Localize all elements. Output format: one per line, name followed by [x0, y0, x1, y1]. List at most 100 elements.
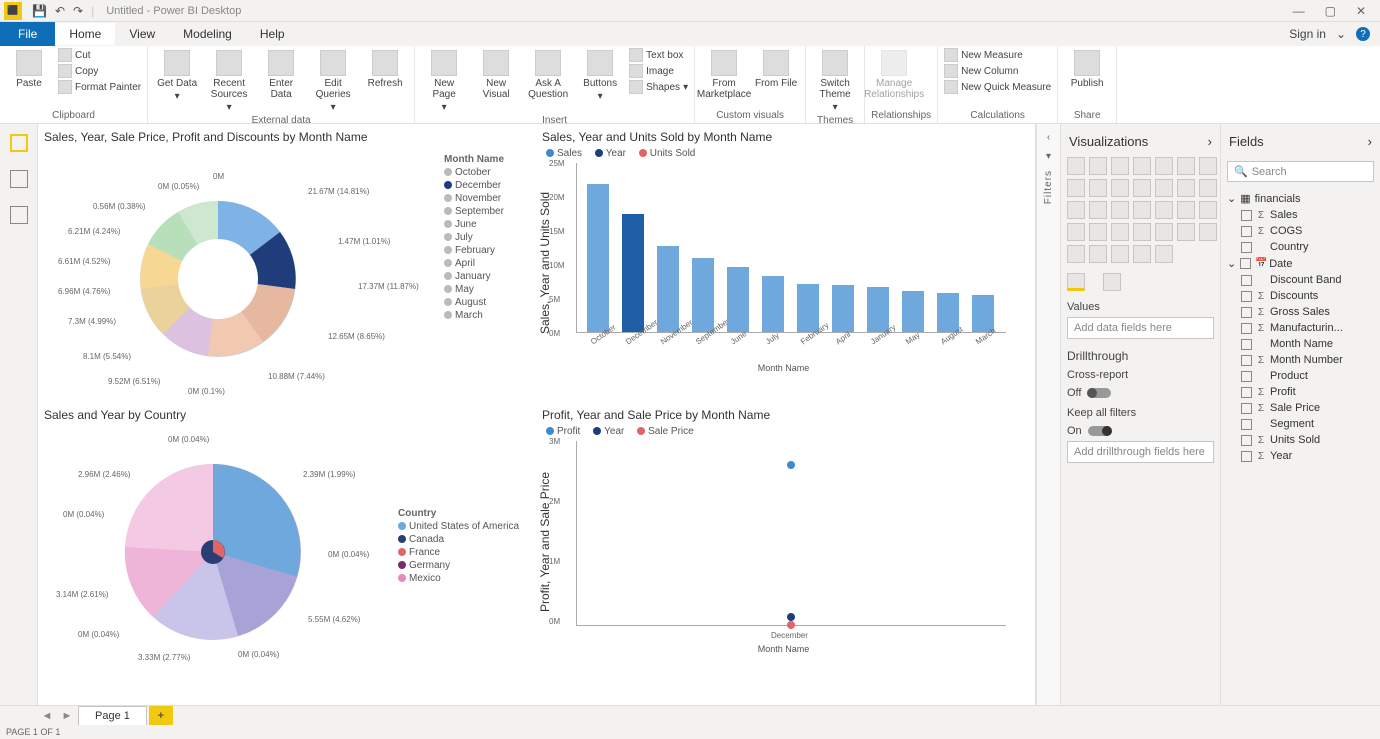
tab-home[interactable]: Home [55, 23, 115, 45]
viz-type-icon[interactable] [1133, 245, 1151, 263]
pie-visual[interactable]: Sales and Year by Country 0M (0.04%) 2.3… [38, 402, 533, 677]
minimize-icon[interactable]: — [1293, 4, 1305, 18]
viz-type-icon[interactable] [1089, 179, 1107, 197]
signin-link[interactable]: Sign in [1289, 27, 1326, 41]
manage-relationships-button[interactable]: Manage Relationships [871, 48, 917, 100]
enter-data-button[interactable]: Enter Data [258, 48, 304, 100]
file-tab[interactable]: File [0, 22, 55, 46]
viz-type-icon[interactable] [1155, 223, 1173, 241]
viz-type-icon[interactable] [1199, 157, 1217, 175]
pie-legend-item[interactable]: France [398, 547, 519, 558]
values-well[interactable]: Add data fields here [1067, 317, 1214, 339]
viz-type-icon[interactable] [1089, 157, 1107, 175]
field-row[interactable]: Discount Band [1227, 272, 1374, 288]
redo-icon[interactable]: ↷ [73, 4, 83, 18]
viz-type-icon[interactable] [1155, 201, 1173, 219]
expand-filters-icon[interactable]: ‹ [1047, 132, 1050, 143]
donut-legend-item[interactable]: April [444, 258, 529, 269]
viz-type-icon[interactable] [1089, 245, 1107, 263]
field-row[interactable]: Product [1227, 368, 1374, 384]
viz-type-icon[interactable] [1133, 157, 1151, 175]
donut-legend-item[interactable]: June [444, 219, 529, 230]
donut-legend-item[interactable]: March [444, 310, 529, 321]
viz-type-icon[interactable] [1089, 223, 1107, 241]
field-row[interactable]: ΣCOGS [1227, 223, 1374, 239]
report-view-icon[interactable] [10, 134, 28, 152]
shapes-button[interactable]: Shapes▾ [629, 80, 688, 94]
close-icon[interactable]: ✕ [1356, 4, 1366, 18]
viz-type-icon[interactable] [1111, 245, 1129, 263]
donut-legend-item[interactable]: January [444, 271, 529, 282]
save-icon[interactable]: 💾 [32, 4, 47, 18]
new-measure-button[interactable]: New Measure [944, 48, 1051, 62]
add-page-button[interactable]: + [149, 706, 173, 726]
next-page-icon[interactable]: ► [58, 710, 76, 722]
bar-visual[interactable]: Sales, Year and Units Sold by Month Name… [536, 124, 1031, 399]
copy-button[interactable]: Copy [58, 64, 141, 78]
field-row[interactable]: Segment [1227, 416, 1374, 432]
drillthrough-well[interactable]: Add drillthrough fields here [1067, 441, 1214, 463]
field-row[interactable]: ΣManufacturin... [1227, 320, 1374, 336]
viz-type-icon[interactable] [1067, 245, 1085, 263]
cross-report-toggle[interactable] [1087, 388, 1111, 398]
field-row[interactable]: ⌄📅Date [1227, 255, 1374, 272]
viz-type-icon[interactable] [1199, 201, 1217, 219]
field-row[interactable]: ΣDiscounts [1227, 288, 1374, 304]
page-tab-1[interactable]: Page 1 [78, 706, 147, 725]
tab-view[interactable]: View [115, 23, 169, 45]
pie-legend-item[interactable]: Mexico [398, 573, 519, 584]
tab-modeling[interactable]: Modeling [169, 23, 246, 45]
donut-legend-item[interactable]: October [444, 167, 529, 178]
field-row[interactable]: Month Name [1227, 336, 1374, 352]
collapse-icon[interactable]: ⌄ [1227, 192, 1236, 205]
marketplace-button[interactable]: From Marketplace [701, 48, 747, 100]
publish-button[interactable]: Publish [1064, 48, 1110, 89]
viz-type-icon[interactable] [1155, 179, 1173, 197]
image-button[interactable]: Image [629, 64, 688, 78]
format-tab-icon[interactable] [1103, 273, 1121, 291]
viz-type-icon[interactable] [1111, 201, 1129, 219]
viz-type-icon[interactable] [1199, 179, 1217, 197]
viz-type-icon[interactable] [1089, 201, 1107, 219]
fields-tab-icon[interactable] [1067, 273, 1085, 291]
donut-legend-item[interactable]: July [444, 232, 529, 243]
textbox-button[interactable]: Text box [629, 48, 688, 62]
field-row[interactable]: ΣMonth Number [1227, 352, 1374, 368]
scatter-visual[interactable]: Profit, Year and Sale Price by Month Nam… [536, 402, 1031, 677]
edit-queries-button[interactable]: Edit Queries▾ [310, 48, 356, 113]
viz-type-icon[interactable] [1177, 157, 1195, 175]
donut-legend-item[interactable]: September [444, 206, 529, 217]
viz-type-icon[interactable] [1111, 223, 1129, 241]
field-row[interactable]: Country [1227, 239, 1374, 255]
ask-question-button[interactable]: Ask A Question [525, 48, 571, 100]
paste-button[interactable]: Paste [6, 48, 52, 89]
field-row[interactable]: ΣSale Price [1227, 400, 1374, 416]
cut-button[interactable]: Cut [58, 48, 141, 62]
viz-type-icon[interactable] [1133, 179, 1151, 197]
viz-type-icon[interactable] [1111, 179, 1129, 197]
filters-collapsed[interactable]: ‹ ▾ Filters [1036, 124, 1060, 705]
viz-type-icon[interactable] [1155, 245, 1173, 263]
viz-type-icon[interactable] [1133, 201, 1151, 219]
viz-type-icon[interactable] [1067, 179, 1085, 197]
field-row[interactable]: ΣProfit [1227, 384, 1374, 400]
viz-type-icon[interactable] [1133, 223, 1151, 241]
donut-legend-item[interactable]: August [444, 297, 529, 308]
from-file-button[interactable]: From File [753, 48, 799, 89]
pie-legend-item[interactable]: Germany [398, 560, 519, 571]
data-view-icon[interactable] [10, 170, 28, 188]
donut-legend-item[interactable]: May [444, 284, 529, 295]
recent-sources-button[interactable]: Recent Sources▾ [206, 48, 252, 113]
report-canvas[interactable]: Sales, Year, Sale Price, Profit and Disc… [38, 124, 1036, 705]
viz-type-icon[interactable] [1111, 157, 1129, 175]
pie-legend-item[interactable]: Canada [398, 534, 519, 545]
donut-legend-item[interactable]: December [444, 180, 529, 191]
viz-type-icon[interactable] [1155, 157, 1173, 175]
viz-type-icon[interactable] [1199, 223, 1217, 241]
donut-legend-item[interactable]: November [444, 193, 529, 204]
new-visual-button[interactable]: New Visual [473, 48, 519, 100]
format-painter-button[interactable]: Format Painter [58, 80, 141, 94]
chevron-right-icon[interactable]: › [1368, 134, 1372, 149]
new-column-button[interactable]: New Column [944, 64, 1051, 78]
field-row[interactable]: ΣSales [1227, 207, 1374, 223]
